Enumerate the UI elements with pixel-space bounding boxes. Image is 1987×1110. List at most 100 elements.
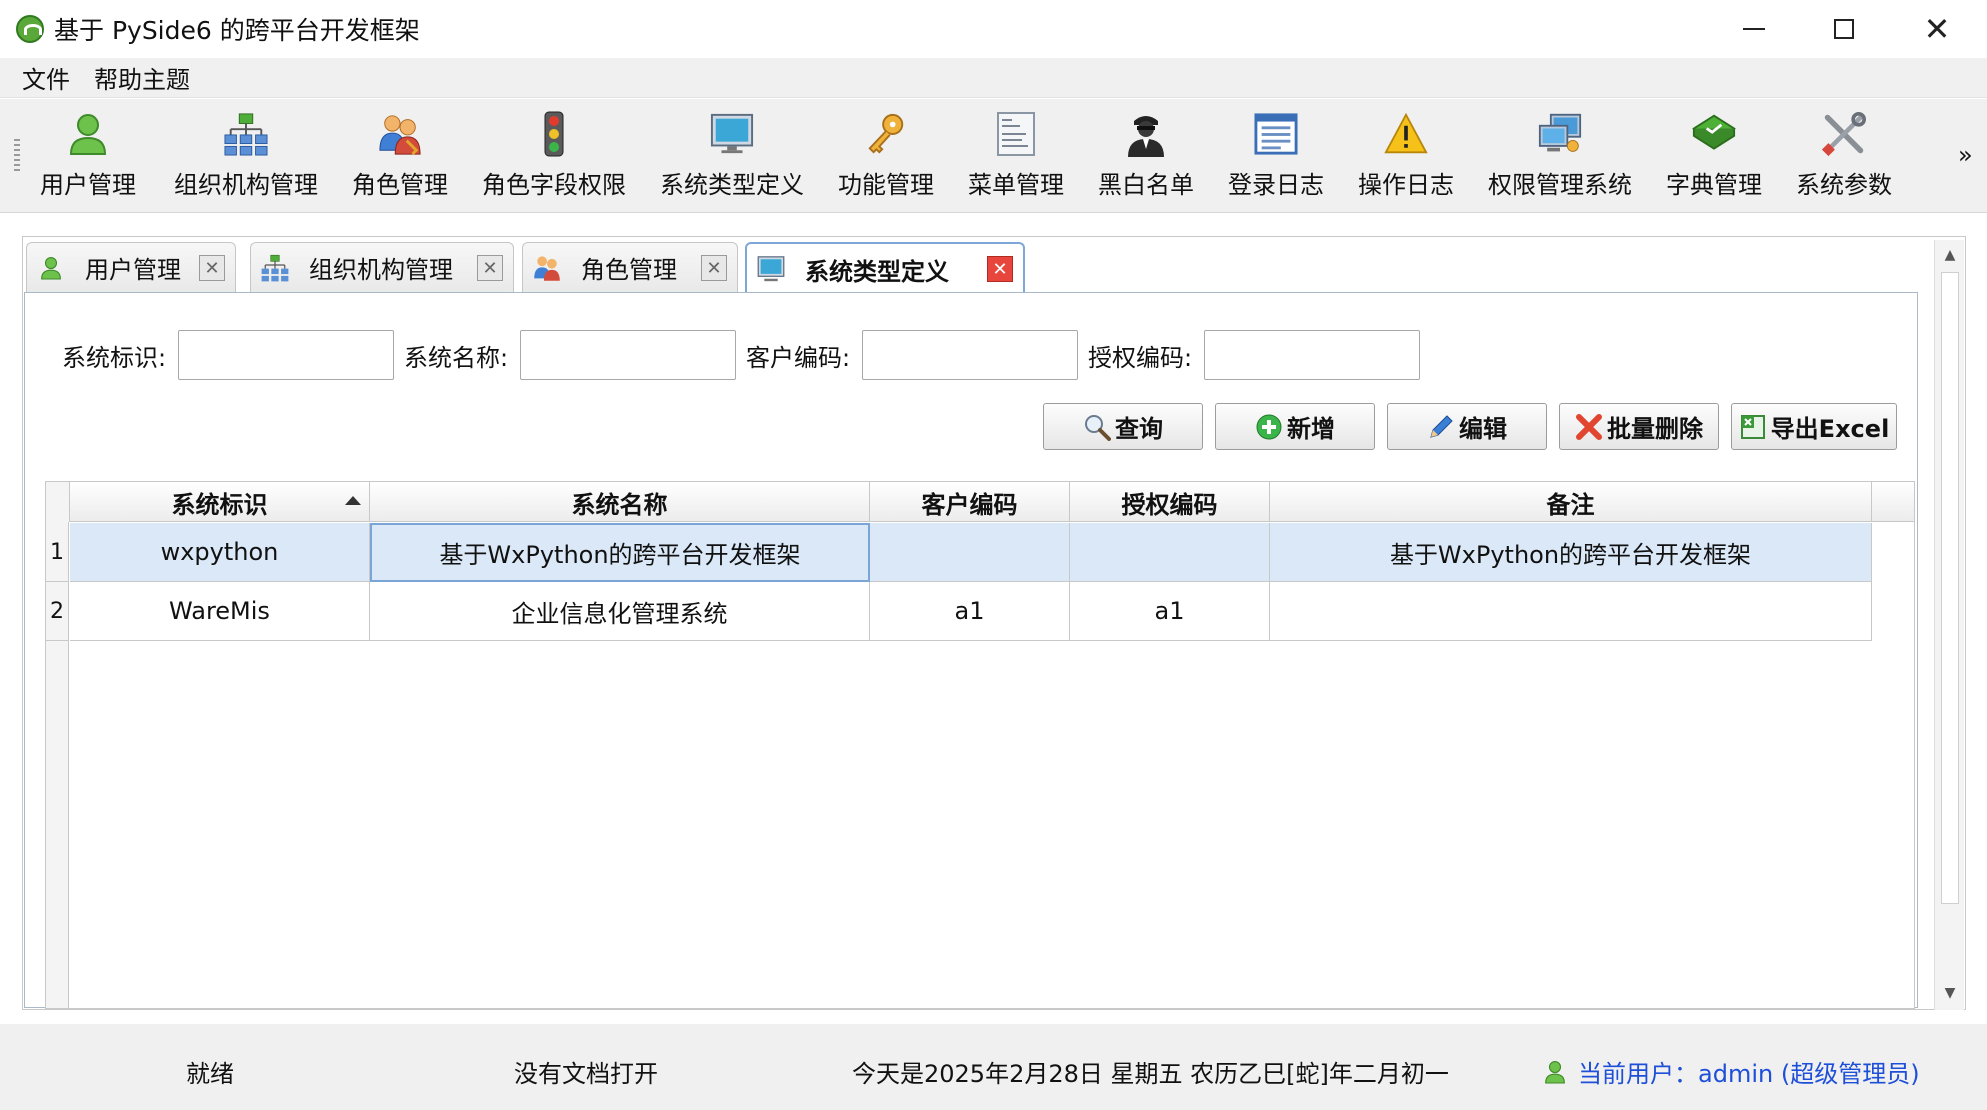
row-number[interactable]: 1 [46, 523, 69, 582]
toolbar-black-white-list[interactable]: 黑白名单 [1098, 111, 1194, 200]
table-cell[interactable]: 基于WxPython的跨平台开发框架 [1270, 523, 1872, 582]
customer-code-input[interactable] [862, 330, 1078, 380]
tab-system-type-definition[interactable]: 系统类型定义 ✕ [745, 242, 1025, 294]
pencil-icon [1427, 413, 1455, 441]
auth-code-label: 授权编码: [1088, 344, 1193, 372]
batch-delete-button[interactable]: 批量删除 [1559, 403, 1719, 450]
user-icon [37, 254, 65, 282]
tab-org-management[interactable]: 组织机构管理 ✕ [250, 242, 514, 292]
vertical-scrollbar[interactable]: ▲ ▼ [1934, 240, 1964, 1010]
user-icon [1544, 1059, 1566, 1085]
monitor-icon [710, 111, 754, 157]
system-id-label: 系统标识: [62, 344, 167, 372]
system-type-grid: 系统标识 系统名称 客户编码 授权编码 备注 1 wxpython 基于WxPy… [45, 481, 1915, 1009]
scroll-down-icon[interactable]: ▼ [1935, 980, 1965, 1006]
minimize-icon [1743, 28, 1765, 30]
maximize-icon [1834, 19, 1854, 39]
toolbar-login-log[interactable]: 登录日志 [1228, 111, 1324, 200]
query-button[interactable]: 查询 [1043, 403, 1203, 450]
toolbar-system-type-definition[interactable]: 系统类型定义 [660, 111, 804, 200]
table-cell[interactable]: 基于WxPython的跨平台开发框架 [370, 523, 870, 582]
system-name-label: 系统名称: [404, 344, 509, 372]
org-chart-icon [261, 254, 289, 282]
user-icon [66, 111, 110, 157]
table-cell[interactable] [870, 523, 1070, 582]
system-id-input[interactable] [178, 330, 394, 380]
main-toolbar: 用户管理 组织机构管理 角色管理 角色字段权限 系统类型定义 功能管理 菜单管理… [0, 99, 1987, 213]
export-excel-button[interactable]: 导出Excel [1731, 403, 1897, 450]
close-window-button[interactable]: ✕ [1893, 0, 1981, 58]
auth-code-input[interactable] [1204, 330, 1420, 380]
column-header-system-id[interactable]: 系统标识 [70, 482, 370, 522]
tab-close-button[interactable]: ✕ [199, 255, 225, 281]
log-list-icon [1254, 111, 1298, 157]
table-cell[interactable]: 企业信息化管理系统 [370, 582, 870, 641]
grid-header: 系统标识 系统名称 客户编码 授权编码 备注 [46, 482, 1914, 522]
menu-doc-icon [994, 111, 1038, 157]
menu-help[interactable]: 帮助主题 [82, 60, 202, 95]
column-header-auth-code[interactable]: 授权编码 [1070, 482, 1270, 522]
menu-file[interactable]: 文件 [10, 60, 82, 95]
tools-icon [1822, 111, 1866, 157]
table-cell[interactable]: a1 [870, 582, 1070, 641]
close-icon: ✕ [1923, 10, 1951, 48]
status-ready: 就绪 [186, 1060, 234, 1088]
book-icon [1692, 111, 1736, 157]
table-cell[interactable]: WareMis [70, 582, 370, 641]
roles-icon [533, 254, 561, 282]
tab-user-management[interactable]: 用户管理 ✕ [26, 242, 236, 292]
toolbar-permission-system[interactable]: 权限管理系统 [1488, 111, 1632, 200]
app-logo-icon [16, 15, 44, 43]
toolbar-system-parameters[interactable]: 系统参数 [1796, 111, 1892, 200]
search-icon [1083, 413, 1111, 441]
delete-x-icon [1575, 413, 1603, 441]
org-chart-icon [224, 111, 268, 157]
edit-button[interactable]: 编辑 [1387, 403, 1547, 450]
scrollbar-thumb[interactable] [1941, 272, 1959, 904]
toolbar-role-management[interactable]: 角色管理 [352, 111, 448, 200]
toolbar-role-field-permission[interactable]: 角色字段权限 [482, 111, 626, 200]
agent-icon [1124, 111, 1168, 157]
excel-icon [1739, 413, 1767, 441]
table-cell[interactable]: wxpython [70, 523, 370, 582]
column-header-remark[interactable]: 备注 [1270, 482, 1872, 522]
system-name-input[interactable] [520, 330, 736, 380]
toolbar-org-management[interactable]: 组织机构管理 [174, 111, 318, 200]
minimize-button[interactable] [1710, 0, 1798, 58]
customer-code-label: 客户编码: [746, 344, 851, 372]
status-document: 没有文档打开 [514, 1060, 658, 1088]
status-current-user: 当前用户：admin (超级管理员) [1544, 1054, 1920, 1089]
status-date: 今天是2025年2月28日 星期五 农历乙巳[蛇]年二月初一 [852, 1060, 1449, 1088]
warning-icon [1384, 111, 1428, 157]
tab-close-button[interactable]: ✕ [701, 255, 727, 281]
toolbar-overflow-button[interactable]: » [1958, 141, 1973, 169]
tab-close-button[interactable]: ✕ [477, 255, 503, 281]
toolbar-dictionary-management[interactable]: 字典管理 [1666, 111, 1762, 200]
scroll-up-icon[interactable]: ▲ [1935, 242, 1965, 268]
toolbar-user-management[interactable]: 用户管理 [40, 111, 136, 200]
keys-icon [864, 111, 908, 157]
plus-circle-icon [1255, 413, 1283, 441]
row-number[interactable]: 2 [46, 582, 69, 641]
toolbar-grip-handle[interactable] [14, 139, 20, 173]
sort-ascending-icon [345, 496, 361, 505]
toolbar-function-management[interactable]: 功能管理 [838, 111, 934, 200]
tab-role-management[interactable]: 角色管理 ✕ [522, 242, 738, 292]
table-cell[interactable] [1270, 582, 1872, 641]
traffic-light-icon [532, 111, 576, 157]
title-bar: 基于 PySide6 的跨平台开发框架 ✕ [0, 0, 1987, 58]
toolbar-operation-log[interactable]: 操作日志 [1358, 111, 1454, 200]
roles-icon [378, 111, 422, 157]
maximize-button[interactable] [1800, 0, 1888, 58]
window-title: 基于 PySide6 的跨平台开发框架 [54, 16, 420, 45]
table-cell[interactable]: a1 [1070, 582, 1270, 641]
menu-bar: 文件 帮助主题 [0, 58, 1987, 98]
table-cell[interactable] [1070, 523, 1270, 582]
toolbar-menu-management[interactable]: 菜单管理 [968, 111, 1064, 200]
column-header-system-name[interactable]: 系统名称 [370, 482, 870, 522]
status-bar: 就绪 没有文档打开 今天是2025年2月28日 星期五 农历乙巳[蛇]年二月初一… [0, 1024, 1987, 1110]
column-header-customer-code[interactable]: 客户编码 [870, 482, 1070, 522]
add-button[interactable]: 新增 [1215, 403, 1375, 450]
grid-corner [46, 482, 70, 522]
tab-close-button[interactable]: ✕ [987, 256, 1013, 282]
